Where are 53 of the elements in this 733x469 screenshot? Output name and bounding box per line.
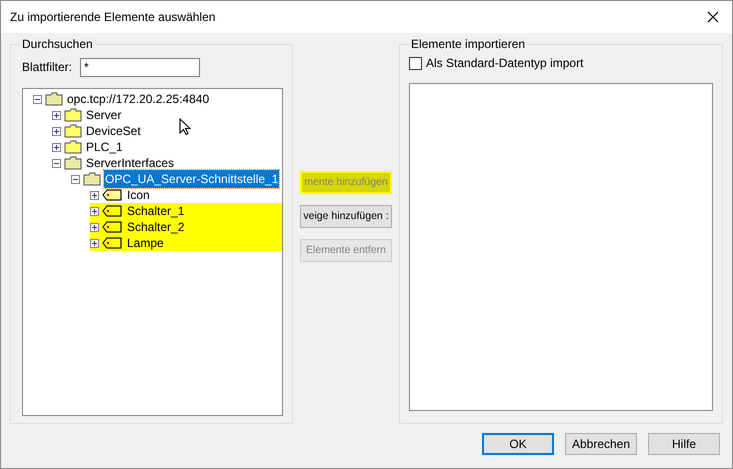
tree-label[interactable]: Lampe [126, 234, 165, 252]
dialog-button[interactable]: Abbrechen [565, 433, 637, 455]
tree-label[interactable]: Server [85, 106, 122, 124]
expand-icon[interactable] [90, 238, 99, 248]
collapse-icon[interactable] [71, 174, 80, 184]
tree-label[interactable]: DeviceSet [85, 122, 142, 140]
tree-row[interactable]: Lampe [90, 235, 282, 251]
folder-icon [64, 140, 82, 154]
group-title: Durchsuchen [20, 37, 95, 51]
tree-label[interactable]: ServerInterfaces [85, 154, 176, 172]
tree-label[interactable]: OPC_UA_Server-Schnittstelle_1 [104, 170, 280, 188]
dialog-button[interactable]: OK [482, 433, 554, 455]
filter-label: Blattfilter: [22, 59, 72, 76]
tree-label[interactable]: opc.tcp://172.20.2.25:4840 [66, 90, 210, 108]
checkbox-label: Als Standard-Datentyp import [426, 55, 584, 72]
group-title: Elemente importieren [409, 37, 528, 51]
tag-icon [102, 221, 122, 233]
filter-field[interactable]: * [80, 58, 200, 76]
folder-icon [64, 156, 82, 170]
tag-icon [102, 237, 122, 249]
collapse-icon[interactable] [52, 158, 61, 168]
close-icon[interactable] [707, 11, 719, 23]
tree-row[interactable]: ServerInterfaces [52, 155, 282, 171]
tree-row[interactable]: DeviceSet [52, 123, 282, 139]
tree-row[interactable]: Icon [90, 187, 282, 203]
tree-row[interactable]: PLC_1 [52, 139, 282, 155]
expand-icon[interactable] [90, 222, 99, 232]
tree-row[interactable]: Server [52, 107, 282, 123]
folder-icon [64, 124, 82, 138]
expand-icon[interactable] [90, 190, 99, 200]
dialog-button[interactable]: Hilfe [648, 433, 720, 455]
tree-row[interactable]: OPC_UA_Server-Schnittstelle_1 [71, 171, 282, 187]
collapse-icon[interactable] [33, 94, 42, 104]
tree-label[interactable]: Schalter_1 [126, 202, 186, 220]
expand-icon[interactable] [90, 206, 99, 216]
tree-row[interactable]: Schalter_2 [90, 219, 282, 235]
action-button[interactable]: veige hinzufügen : [300, 205, 392, 228]
expand-icon[interactable] [52, 142, 61, 152]
tree-label[interactable]: Icon [126, 186, 151, 204]
checkbox[interactable] [409, 56, 422, 70]
expand-icon[interactable] [52, 110, 61, 120]
tree-label[interactable]: Schalter_2 [126, 218, 186, 236]
pointer-icon [179, 118, 191, 136]
tree-row[interactable]: opc.tcp://172.20.2.25:4840 [33, 91, 282, 107]
folder-icon [45, 92, 63, 106]
tree-row[interactable]: Schalter_1 [90, 203, 282, 219]
folder-icon [64, 108, 82, 122]
window-title: Zu importierende Elemente auswählen [10, 9, 216, 26]
expand-icon[interactable] [52, 126, 61, 136]
tag-icon [102, 189, 122, 201]
tree-label[interactable]: PLC_1 [85, 138, 124, 156]
folder-icon [83, 172, 101, 186]
tag-icon [102, 205, 122, 217]
